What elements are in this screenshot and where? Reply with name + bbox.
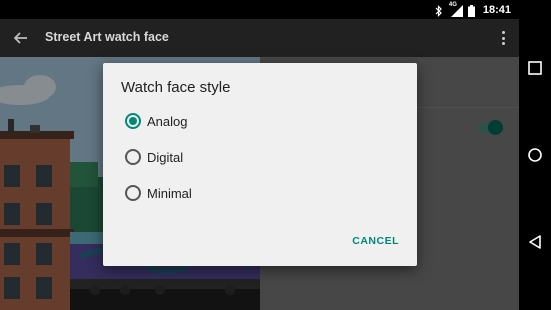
battery-icon <box>467 4 475 17</box>
back-triangle-icon[interactable] <box>527 234 543 250</box>
app-title: Street Art watch face <box>45 30 169 44</box>
recents-square-icon[interactable] <box>527 60 543 76</box>
radio-option-minimal[interactable]: Minimal <box>125 182 395 204</box>
option-label: Analog <box>147 113 188 129</box>
navigation-bar <box>519 0 551 310</box>
back-arrow-icon[interactable] <box>10 27 32 49</box>
dialog-title: Watch face style <box>121 79 231 96</box>
watch-face-style-dialog: Watch face style Analog Digital Minimal … <box>103 63 417 266</box>
radio-option-digital[interactable]: Digital <box>125 146 395 168</box>
bluetooth-icon <box>434 4 444 17</box>
network-signal-icon: 4G <box>448 1 463 17</box>
status-bar: 4G 18:41 <box>0 0 519 19</box>
cancel-button[interactable]: CANCEL <box>352 235 399 247</box>
status-icons: 4G 18:41 <box>434 2 511 17</box>
radio-option-analog[interactable]: Analog <box>125 110 395 132</box>
radio-button-checked[interactable] <box>125 113 141 129</box>
network-type-label: 4G <box>448 1 457 8</box>
home-circle-icon[interactable] <box>527 147 543 163</box>
option-label: Minimal <box>147 185 192 201</box>
radio-button[interactable] <box>125 149 141 165</box>
app-bar: Street Art watch face <box>0 19 519 57</box>
option-label: Digital <box>147 149 184 165</box>
radio-button[interactable] <box>125 185 141 201</box>
status-time: 18:41 <box>482 3 511 16</box>
more-vert-icon[interactable] <box>499 28 509 48</box>
